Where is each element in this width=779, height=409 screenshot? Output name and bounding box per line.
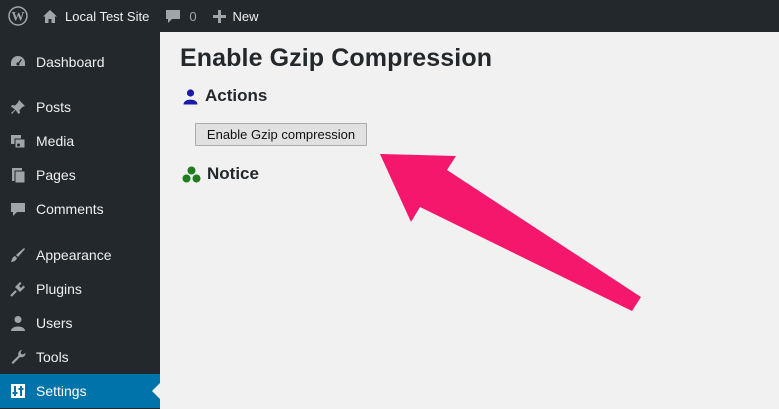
pages-icon xyxy=(0,166,36,184)
sidebar-item-label: Media xyxy=(36,133,75,149)
group-icon xyxy=(182,166,201,183)
sidebar-item-label: Dashboard xyxy=(36,54,105,70)
user-icon xyxy=(182,88,199,105)
sidebar-item-appearance[interactable]: Appearance xyxy=(0,238,160,272)
sidebar-item-label: Appearance xyxy=(36,247,112,263)
sidebar-item-label: Users xyxy=(36,315,73,331)
sidebar-item-label: Comments xyxy=(36,201,104,217)
notice-heading-text: Notice xyxy=(207,164,259,183)
comments-count: 0 xyxy=(189,8,197,24)
wrench-icon xyxy=(0,348,36,366)
comment-icon xyxy=(0,200,36,218)
plus-icon xyxy=(212,9,226,23)
enable-gzip-button[interactable]: Enable Gzip compression xyxy=(195,123,367,146)
actions-heading: Actions xyxy=(182,86,267,106)
wordpress-logo-icon: W xyxy=(8,6,28,26)
site-name: Local Test Site xyxy=(65,8,150,24)
notice-heading: Notice xyxy=(182,164,259,184)
media-icon xyxy=(0,132,36,150)
sidebar-item-label: Settings xyxy=(36,383,87,399)
settings-icon xyxy=(0,383,36,399)
comment-bubble-icon xyxy=(166,9,181,23)
sidebar-item-comments[interactable]: Comments xyxy=(0,192,160,226)
plug-icon xyxy=(0,280,36,298)
page-title: Enable Gzip Compression xyxy=(180,44,493,72)
sidebar-item-label: Pages xyxy=(36,167,76,183)
sidebar-item-posts[interactable]: Posts xyxy=(0,90,160,124)
wordpress-logo-menu[interactable]: W xyxy=(0,0,36,32)
pin-icon xyxy=(0,98,36,116)
sidebar-item-media[interactable]: Media xyxy=(0,124,160,158)
sidebar-item-label: Posts xyxy=(36,99,72,115)
admin-bar: W Local Test Site 0 New xyxy=(0,0,779,32)
sidebar-item-settings[interactable]: Settings xyxy=(0,374,160,408)
new-label: New xyxy=(232,8,259,24)
svg-text:W: W xyxy=(12,9,25,24)
sidebar-item-tools[interactable]: Tools xyxy=(0,340,160,374)
home-icon xyxy=(43,9,57,23)
dashboard-icon xyxy=(0,53,36,71)
actions-heading-text: Actions xyxy=(205,86,268,105)
sidebar-item-users[interactable]: Users xyxy=(0,306,160,340)
user-icon xyxy=(0,314,36,332)
main-content: Enable Gzip Compression Actions Enable G… xyxy=(160,32,779,409)
site-name-link[interactable]: Local Test Site xyxy=(36,0,157,32)
new-content-link[interactable]: New xyxy=(205,0,267,32)
sidebar-item-plugins[interactable]: Plugins xyxy=(0,272,160,306)
sidebar-item-pages[interactable]: Pages xyxy=(0,158,160,192)
sidebar-item-label: Plugins xyxy=(36,281,82,297)
admin-sidebar: Dashboard Posts Media Pages Comments App… xyxy=(0,32,160,409)
brush-icon xyxy=(0,246,36,264)
sidebar-item-dashboard[interactable]: Dashboard xyxy=(0,45,160,79)
sidebar-item-label: Tools xyxy=(36,349,69,365)
comments-link[interactable]: 0 xyxy=(157,0,204,32)
